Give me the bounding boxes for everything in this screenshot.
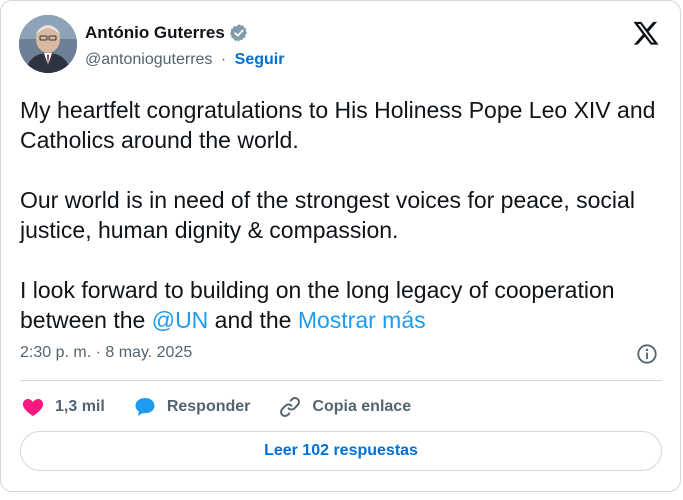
action-bar: 1,3 mil Responder Copia enlace [21,394,439,420]
copy-link-button[interactable]: Copia enlace [278,395,411,419]
name-row: António Guterres [85,23,249,43]
tweet-header: António Guterres @antonioguterres · Segu… [19,15,662,77]
author-handle[interactable]: @antonioguterres [85,51,212,68]
heart-icon [22,399,44,416]
avatar[interactable] [19,15,77,73]
author-name[interactable]: António Guterres [85,23,225,43]
mention-link[interactable]: @UN [152,307,209,333]
info-icon[interactable] [636,343,658,365]
divider [20,380,662,381]
like-button[interactable]: 1,3 mil [21,395,105,419]
x-logo-icon[interactable] [632,19,660,47]
reply-bubble-icon [135,398,155,416]
like-count: 1,3 mil [55,398,105,415]
follow-button[interactable]: Seguir [235,51,285,68]
link-icon [280,397,301,417]
read-replies-button[interactable]: Leer 102 respuestas [20,431,662,471]
tweet-paragraph-1: My heartfelt congratulations to His Holi… [20,97,656,153]
tweet-paragraph-3: I look forward to building on the long l… [20,275,670,335]
show-more-link[interactable]: Mostrar más [298,307,426,333]
verified-badge-icon [229,24,247,42]
paragraph-3-mid: and the [208,307,298,333]
handle-row: @antonioguterres · Seguir [85,51,284,69]
reply-label: Responder [166,398,251,415]
tweet-text: My heartfelt congratulations to His Holi… [20,95,670,335]
avatar-image [19,15,77,73]
tweet-paragraph-2: Our world is in need of the strongest vo… [20,187,635,243]
handle-separator: · [220,51,227,68]
reply-button[interactable]: Responder [133,395,251,419]
timestamp[interactable]: 2:30 p. m. · 8 may. 2025 [20,344,192,362]
tweet-embed-card: António Guterres @antonioguterres · Segu… [0,0,681,492]
copy-link-label: Copia enlace [312,398,412,415]
